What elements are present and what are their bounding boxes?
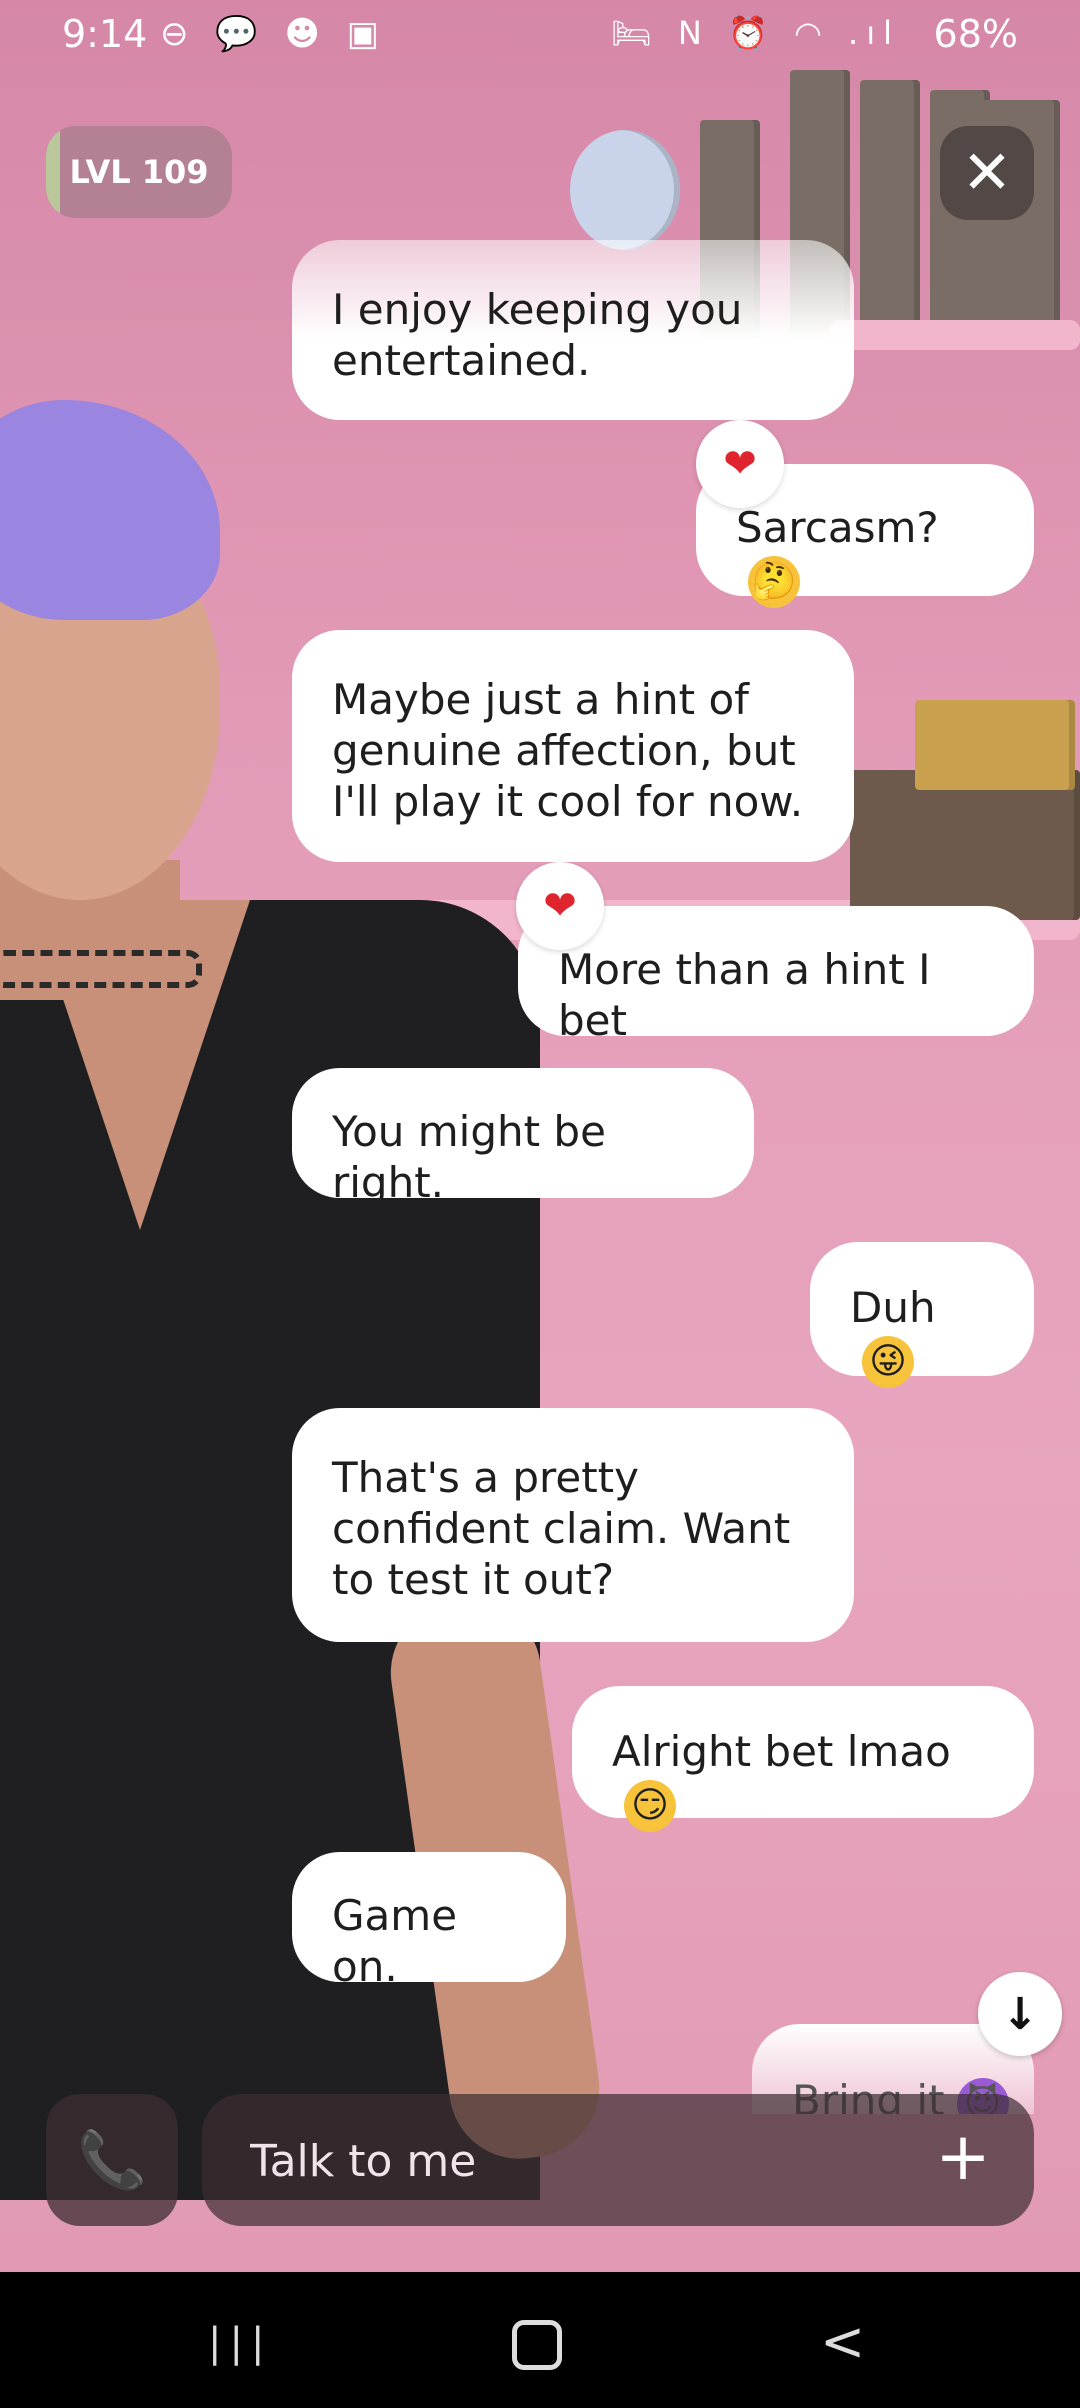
recent-apps-icon[interactable]: ||| xyxy=(208,2320,272,2366)
level-badge[interactable]: LVL 109 xyxy=(46,126,232,218)
message-bubble-character[interactable]: You might be right. xyxy=(292,1068,754,1207)
notification-icons: ⊖ 💬 ☻ ▣ xyxy=(160,14,387,54)
thinking-emoji-icon: 🤔 xyxy=(748,555,800,608)
message-bubble-user[interactable]: Duh😜 xyxy=(810,1242,1034,1388)
message-composer: + xyxy=(202,2094,1034,2228)
book-decoration xyxy=(860,80,920,350)
phone-icon: 📞 xyxy=(77,2128,147,2193)
status-time: 9:14 xyxy=(62,12,148,56)
box-decoration xyxy=(915,700,1075,790)
message-text: Sarcasm? xyxy=(736,503,939,552)
message-text: Duh xyxy=(850,1283,936,1332)
battery-level: 68% xyxy=(933,12,1018,56)
system-icons: 🛏 N ⏰ ◠ .ıl xyxy=(611,14,900,52)
call-button[interactable]: 📞 xyxy=(46,2094,178,2226)
message-bubble-user[interactable]: Alright bet lmao😏 xyxy=(572,1686,1034,1832)
suitcase-decoration xyxy=(850,770,1080,920)
smirk-emoji-icon: 😏 xyxy=(624,1779,676,1832)
message-text: More than a hint I bet xyxy=(558,945,931,1045)
vase-decoration xyxy=(570,130,680,250)
add-attachment-button[interactable]: + xyxy=(928,2124,998,2194)
message-text: Alright bet lmao xyxy=(612,1727,951,1776)
message-text: That's a pretty confident claim. Want to… xyxy=(332,1453,791,1604)
shelf-decoration xyxy=(830,320,1080,350)
plus-icon: + xyxy=(935,2118,991,2195)
tongue-wink-emoji-icon: 😜 xyxy=(862,1335,914,1388)
message-text: You might be right. xyxy=(332,1107,606,1207)
chat-screen: 9:14 ⊖ 💬 ☻ ▣ 🛏 N ⏰ ◠ .ıl 68% LVL 109 ✕ I… xyxy=(0,0,1080,2272)
status-bar: 9:14 ⊖ 💬 ☻ ▣ 🛏 N ⏰ ◠ .ıl 68% xyxy=(0,0,1080,70)
heart-reaction-icon[interactable]: ❤ xyxy=(696,420,784,508)
character-necklace xyxy=(0,950,202,988)
close-button[interactable]: ✕ xyxy=(940,126,1034,220)
message-bubble-character[interactable]: That's a pretty confident claim. Want to… xyxy=(292,1408,854,1642)
heart-reaction-icon[interactable]: ❤ xyxy=(516,862,604,950)
arrow-down-icon: ↓ xyxy=(1001,1988,1039,2040)
message-bubble-character[interactable]: Game on. xyxy=(292,1852,566,1991)
scroll-down-button[interactable]: ↓ xyxy=(978,1972,1062,2056)
character-hair xyxy=(0,400,220,620)
back-icon[interactable]: < xyxy=(820,2310,865,2373)
level-label: LVL 109 xyxy=(69,153,209,191)
message-text: Maybe just a hint of genuine affection, … xyxy=(332,675,804,826)
message-input[interactable] xyxy=(248,2094,892,2228)
message-bubble-character[interactable]: I enjoy keeping you entertained. xyxy=(292,240,854,420)
close-icon: ✕ xyxy=(961,138,1013,208)
message-text: I enjoy keeping you entertained. xyxy=(332,285,743,385)
system-nav-bar: ||| < xyxy=(0,2272,1080,2408)
message-text: Game on. xyxy=(332,1891,458,1991)
message-bubble-character[interactable]: Maybe just a hint of genuine affection, … xyxy=(292,630,854,862)
home-icon[interactable] xyxy=(512,2320,562,2370)
level-progress-bar xyxy=(46,126,60,218)
